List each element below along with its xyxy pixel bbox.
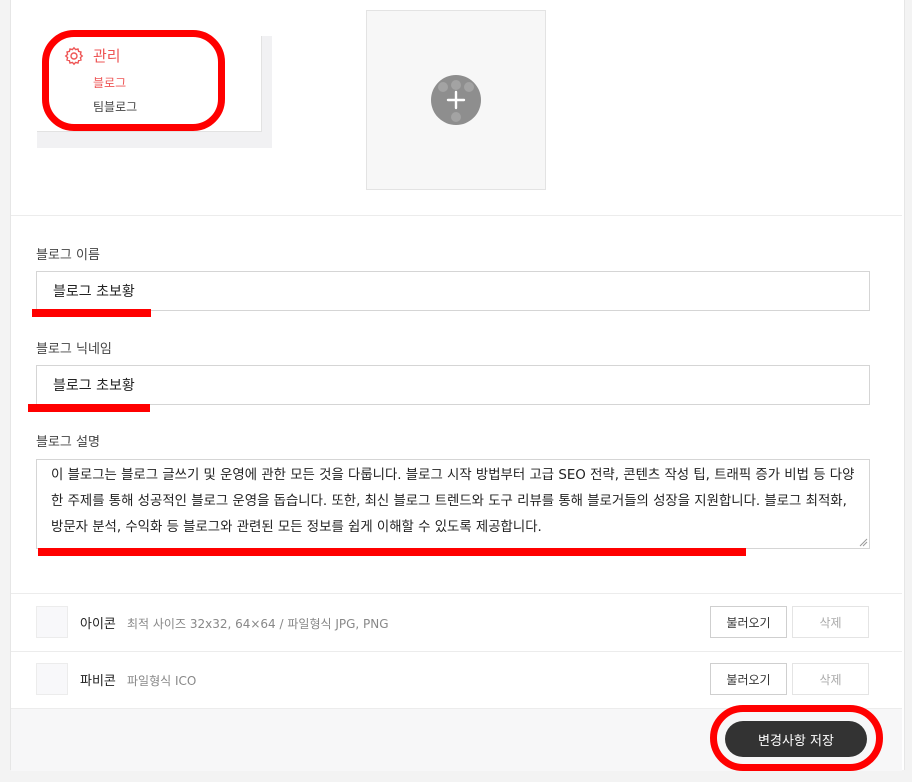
plus-icon [438,80,474,122]
add-image-button[interactable] [431,75,481,125]
highlight-underline-nickname [28,404,150,412]
icon-row-description: 최적 사이즈 32x32, 64×64 / 파일형식 JPG, PNG [127,617,389,631]
favicon-row-title: 파비콘 [80,674,116,689]
blog-nickname-label: 블로그 닉네임 [36,342,112,357]
highlight-ring-save [710,705,883,771]
resize-handle-icon[interactable] [859,538,868,547]
blog-description-label: 블로그 설명 [36,435,100,450]
favicon-row-description: 파일형식 ICO [127,674,197,688]
favicon-load-button[interactable]: 불러오기 [710,663,787,695]
icon-row-title: 아이콘 [80,617,116,632]
blog-nickname-input[interactable] [36,365,870,405]
icon-delete-button[interactable]: 삭제 [792,606,869,638]
highlight-underline-name [32,309,151,317]
blog-name-input[interactable] [36,271,870,311]
highlight-ring-menu [42,30,225,131]
blog-description-textarea[interactable]: 이 블로그는 블로그 글쓰기 및 운영에 관한 모든 것을 다룹니다. 블로그 … [36,459,870,549]
favicon-delete-button[interactable]: 삭제 [792,663,869,695]
favicon-preview [36,663,68,695]
divider [11,215,902,216]
icon-load-button[interactable]: 불러오기 [710,606,787,638]
divider [11,651,902,652]
highlight-underline-description [38,548,746,556]
divider [11,593,902,594]
icon-preview [36,606,68,638]
blog-name-label: 블로그 이름 [36,248,100,263]
